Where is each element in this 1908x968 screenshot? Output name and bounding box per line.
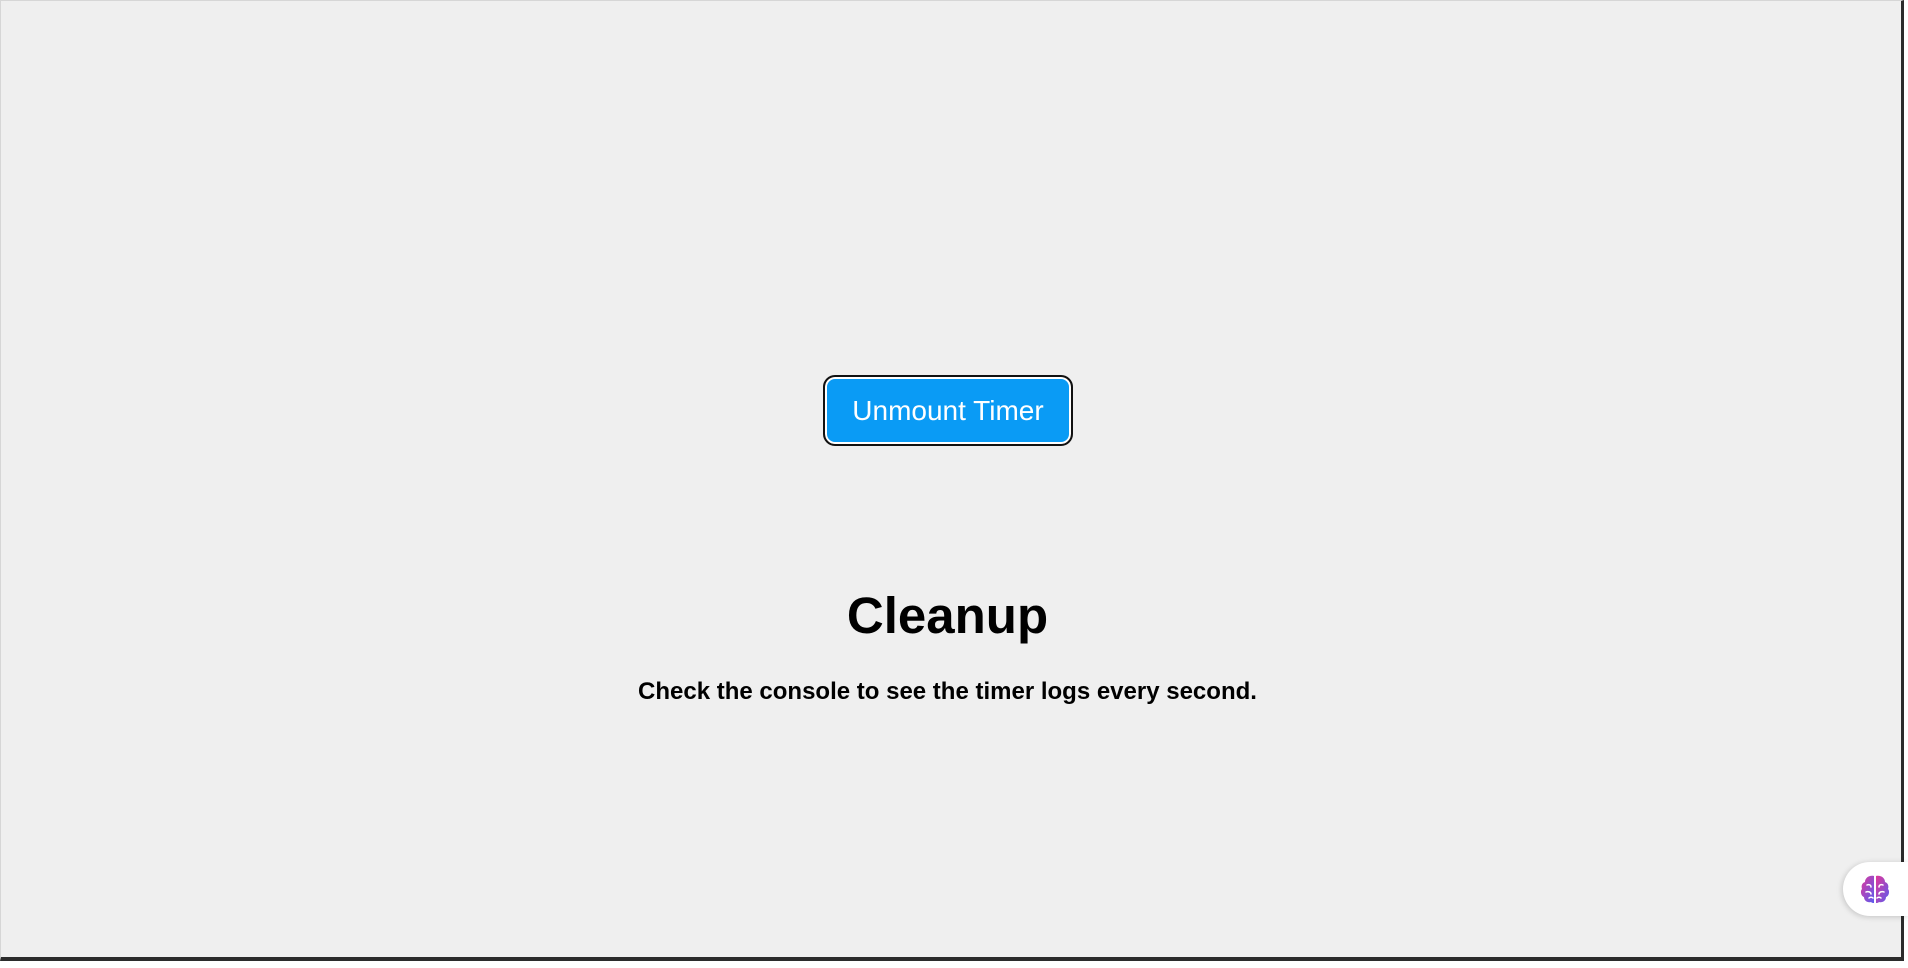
unmount-timer-button[interactable]: Unmount Timer: [823, 375, 1073, 446]
page-frame: Unmount Timer Cleanup Check the console …: [0, 0, 1904, 961]
page-description: Check the console to see the timer logs …: [638, 678, 1257, 705]
brain-icon: [1860, 875, 1890, 903]
page-title: Cleanup: [846, 587, 1049, 644]
assistant-widget-button[interactable]: [1843, 862, 1908, 916]
